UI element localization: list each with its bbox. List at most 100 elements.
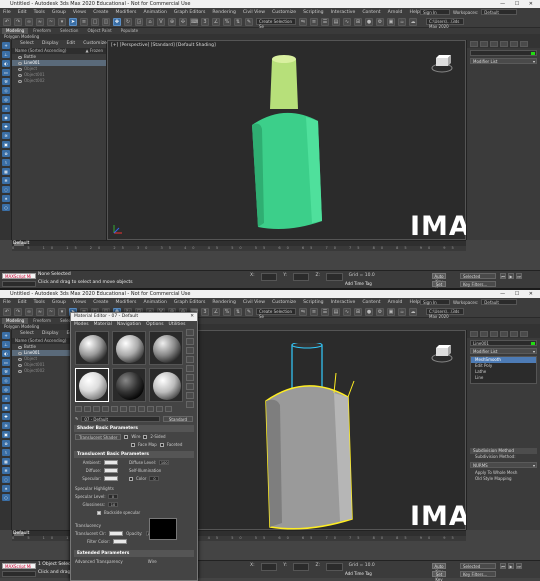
motion-icon[interactable]: ◐: [2, 60, 10, 67]
menu-customize[interactable]: Customize: [272, 300, 296, 305]
align-icon[interactable]: ≡: [310, 307, 318, 316]
create-tab-icon[interactable]: [470, 331, 478, 337]
filter-color-swatch[interactable]: [112, 539, 127, 544]
stack-item-line[interactable]: Line: [471, 375, 536, 381]
layer-explorer-icon[interactable]: ▤: [332, 307, 340, 316]
display-tab-icon[interactable]: [510, 331, 518, 337]
filter-containers-icon[interactable]: ▦: [2, 168, 10, 175]
options-icon[interactable]: [186, 383, 194, 390]
y-field[interactable]: [292, 563, 310, 571]
diffuse-level-value[interactable]: 100: [159, 460, 170, 465]
material-editor-title-bar[interactable]: Material Editor - 07 - Default ✕: [71, 313, 197, 321]
bind-space-warp-icon[interactable]: ~: [47, 307, 55, 316]
name-column-header[interactable]: Name (Sorted Ascending): [15, 48, 66, 53]
shader-basic-rollout[interactable]: Shader Basic Parameters: [74, 425, 194, 432]
modifier-list-dropdown[interactable]: Modifier List ▾: [470, 58, 537, 64]
bind-space-warp-icon[interactable]: ~: [47, 17, 55, 26]
menu-material[interactable]: Material: [94, 321, 112, 328]
project-path-field[interactable]: C:\Users\...\3ds Max 2020: [426, 308, 464, 319]
eye-icon[interactable]: [18, 61, 22, 65]
selection-filter-icon[interactable]: ▾: [58, 17, 66, 26]
filter-none-icon[interactable]: ○: [2, 204, 10, 211]
wire-checkbox[interactable]: [124, 434, 129, 439]
spinner-snap-icon[interactable]: ⇅: [234, 307, 242, 316]
go-to-end-icon[interactable]: ⏭: [516, 273, 522, 279]
frozen-column-header[interactable]: ▲ Frozen: [86, 48, 103, 54]
workspace-dropdown[interactable]: Default: [481, 9, 518, 15]
sample-slot-3[interactable]: [149, 331, 183, 365]
maxscript-listener[interactable]: MAXScript Mi: [2, 563, 36, 569]
menu-tools[interactable]: Tools: [34, 300, 45, 305]
go-forward-sibling-icon[interactable]: [165, 406, 172, 412]
rect-select-icon[interactable]: □: [91, 17, 99, 26]
menu-edit[interactable]: Edit: [18, 10, 27, 15]
select-by-name-icon[interactable]: ≡: [80, 17, 88, 26]
material-type-button[interactable]: Standard: [163, 415, 193, 422]
menu-modes[interactable]: Modes: [74, 321, 89, 328]
material-editor-icon[interactable]: ●: [365, 17, 373, 26]
viewcube-icon[interactable]: [431, 53, 453, 75]
motion-tab-icon[interactable]: [500, 331, 508, 337]
sign-in-button[interactable]: Sign In: [420, 299, 450, 305]
menu-graph-editors[interactable]: Graph Editors: [174, 300, 206, 305]
sample-slot-6[interactable]: [149, 368, 183, 402]
menu-group[interactable]: Group: [52, 10, 66, 15]
scene-column-header[interactable]: Name (Sorted Ascending) ▲ Frozen: [12, 48, 106, 54]
filter-cameras-icon[interactable]: ◉: [2, 404, 10, 411]
show-end-result-icon[interactable]: [147, 406, 154, 412]
eye-icon[interactable]: [18, 369, 22, 373]
move-icon[interactable]: ✥: [113, 17, 121, 26]
create-tab-icon[interactable]: [470, 41, 478, 47]
rendered-frame-icon[interactable]: ▣: [387, 17, 395, 26]
background-icon[interactable]: [186, 347, 194, 354]
put-to-scene-icon[interactable]: [84, 406, 91, 412]
assign-material-icon[interactable]: [93, 406, 100, 412]
utilities-icon[interactable]: ⚒: [2, 368, 10, 375]
menu-create[interactable]: Create: [93, 10, 108, 15]
eye-icon[interactable]: [18, 79, 22, 83]
filter-helpers-icon[interactable]: ✚: [2, 413, 10, 420]
motion-icon[interactable]: ◐: [2, 350, 10, 357]
hierarchy-tab-icon[interactable]: [490, 331, 498, 337]
angle-snap-icon[interactable]: ∠: [212, 17, 220, 26]
sample-slot-5[interactable]: [112, 368, 146, 402]
create-icon[interactable]: +: [2, 42, 10, 49]
set-key-button[interactable]: Set Key: [432, 281, 446, 288]
filter-lights-icon[interactable]: ☀: [2, 395, 10, 402]
display-tab-icon[interactable]: [510, 41, 518, 47]
curve-editor-icon[interactable]: ∿: [343, 17, 351, 26]
scene-tab-select[interactable]: Select: [20, 40, 34, 48]
name-column-header[interactable]: Name (Sorted Ascending): [15, 338, 66, 343]
menu-views[interactable]: Views: [73, 300, 86, 305]
make-unique-icon[interactable]: [111, 406, 118, 412]
hierarchy-icon[interactable]: ⊥: [2, 341, 10, 348]
scene-explorer-icon[interactable]: ☰: [321, 17, 329, 26]
eye-icon[interactable]: [18, 363, 22, 367]
filter-groups-icon[interactable]: ▣: [2, 431, 10, 438]
key-mode-dropdown[interactable]: Selected: [460, 563, 496, 569]
scene-tab-select[interactable]: Select: [20, 330, 34, 338]
undo-icon[interactable]: ↶: [3, 307, 11, 316]
curve-editor-icon[interactable]: ∿: [343, 307, 351, 316]
track-bar[interactable]: 0 5 10 15 20 25 30 35 40 45 50 55 60 65 …: [12, 246, 466, 251]
menu-civil-view[interactable]: Civil View: [243, 300, 265, 305]
angle-snap-icon[interactable]: ∠: [212, 307, 220, 316]
align-icon[interactable]: ≡: [310, 17, 318, 26]
close-icon[interactable]: ✕: [190, 313, 194, 321]
filter-spacewarps-icon[interactable]: ≋: [2, 422, 10, 429]
object-color-swatch[interactable]: [531, 342, 535, 345]
named-selection-set-field[interactable]: Create Selection Se: [256, 308, 296, 319]
maxscript-input[interactable]: [2, 571, 36, 577]
specular-swatch[interactable]: [104, 476, 118, 481]
menu-interactive[interactable]: Interactive: [331, 10, 356, 15]
scene-tab-customize[interactable]: Customize: [83, 40, 107, 48]
eye-icon[interactable]: [18, 73, 22, 77]
filter-lights-icon[interactable]: ☀: [2, 105, 10, 112]
filter-groups-icon[interactable]: ▣: [2, 141, 10, 148]
mirror-icon[interactable]: ⇋: [299, 307, 307, 316]
menu-animation[interactable]: Animation: [143, 300, 166, 305]
maxscript-listener[interactable]: MAXScript Mi: [2, 273, 36, 279]
motion-tab-icon[interactable]: [500, 41, 508, 47]
menu-create[interactable]: Create: [93, 300, 108, 305]
go-to-parent-icon[interactable]: [156, 406, 163, 412]
